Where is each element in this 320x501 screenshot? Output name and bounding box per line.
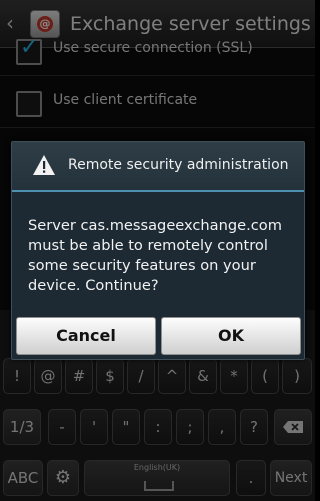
ok-button[interactable]: OK [161,317,301,355]
warning-icon [33,155,55,175]
dialog-title: Remote security administration [68,157,289,173]
dialog-header: Remote security administration [12,142,304,192]
dialog-message: Server cas.messageexchange.com must be a… [28,217,282,294]
cancel-button[interactable]: Cancel [16,317,156,355]
security-admin-dialog: Remote security administration Server ca… [11,141,305,360]
